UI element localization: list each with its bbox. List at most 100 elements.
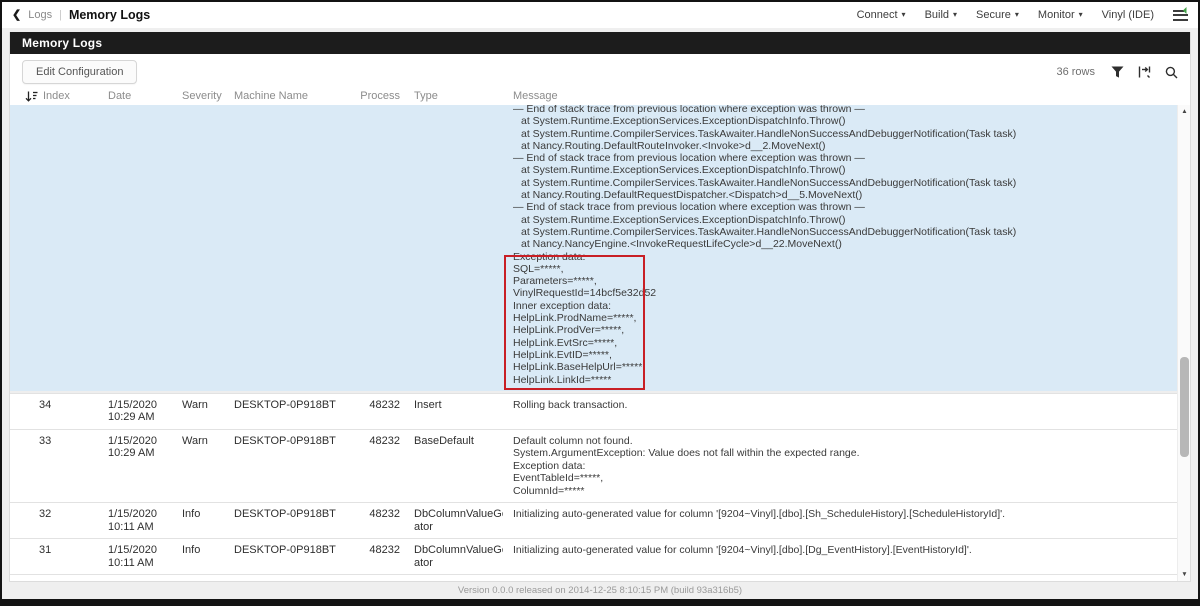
log-message-line: at System.Runtime.ExceptionServices.Exce… bbox=[513, 164, 1190, 176]
log-message-line: at System.Runtime.CompilerServices.TaskA… bbox=[513, 177, 1190, 189]
footer: Version 0.0.0 released on 2014-12-25 8:1… bbox=[9, 582, 1191, 599]
row-count-label: 36 rows bbox=[1056, 66, 1095, 78]
vertical-scrollbar[interactable]: ▲ ▼ bbox=[1177, 105, 1190, 581]
menu-icon[interactable] bbox=[1173, 10, 1188, 21]
log-message-line: HelpLink.ProdName=*****, bbox=[513, 312, 1190, 324]
cell-line: Default column not found. bbox=[513, 435, 1190, 448]
cell-line: ator bbox=[414, 557, 503, 570]
log-message-line: HelpLink.LinkId=***** bbox=[513, 374, 1190, 386]
menu-build[interactable]: Build ▾ bbox=[925, 9, 957, 21]
breadcrumb-section[interactable]: Logs bbox=[28, 9, 52, 21]
cell-message: Initializing auto-generated value for co… bbox=[503, 544, 1190, 557]
green-arrow-icon bbox=[1183, 6, 1190, 13]
cell-index: 32 bbox=[22, 508, 108, 521]
scroll-down-icon[interactable]: ▼ bbox=[1178, 571, 1190, 578]
cell-line: Rolling back transaction. bbox=[513, 399, 1190, 412]
cell-message: Rolling back transaction. bbox=[503, 399, 1190, 412]
log-message-line: VinylRequestId=14bcf5e32d52 bbox=[513, 287, 1190, 299]
log-message-line: — End of stack trace from previous locat… bbox=[513, 105, 1190, 115]
menu-vinyl-ide[interactable]: Vinyl (IDE) bbox=[1102, 9, 1154, 21]
cell-line: BackgroundServiceMa bbox=[414, 580, 503, 581]
log-message-line: HelpLink.ProdVer=*****, bbox=[513, 324, 1190, 336]
log-message-line: at System.Runtime.ExceptionServices.Exce… bbox=[513, 214, 1190, 226]
log-message-line: at System.Runtime.ExceptionServices.Exce… bbox=[513, 115, 1190, 127]
log-row[interactable]: 31 1/15/2020 10:11 AM Info DESKTOP-0P918… bbox=[10, 538, 1190, 574]
log-message-line: at Nancy.NancyEngine.<InvokeRequestLifeC… bbox=[513, 238, 1190, 250]
scrollbar-thumb[interactable] bbox=[1180, 357, 1189, 457]
cell-index: 31 bbox=[22, 544, 108, 557]
cell-message: Default column not found.System.Argument… bbox=[503, 435, 1190, 498]
cell-line: System.ArgumentException: Value does not… bbox=[513, 447, 1190, 460]
back-icon[interactable]: ❮ bbox=[12, 10, 21, 21]
column-header-type[interactable]: Type bbox=[404, 90, 503, 102]
cell-machine-name: DESKTOP-0P918BT bbox=[234, 399, 356, 412]
cell-line: ColumnId=***** bbox=[513, 485, 1190, 498]
cell-index: 30 bbox=[22, 580, 108, 581]
selected-log-row[interactable]: — End of stack trace from previous locat… bbox=[10, 105, 1190, 393]
log-message-line: HelpLink.EvtID=*****, bbox=[513, 349, 1190, 361]
cell-type: Insert bbox=[404, 399, 503, 412]
log-row[interactable]: 32 1/15/2020 10:11 AM Info DESKTOP-0P918… bbox=[10, 502, 1190, 538]
cell-line: Initializing auto-generated value for co… bbox=[513, 508, 1190, 521]
cell-date: 1/15/2020 10:29 AM bbox=[108, 435, 182, 460]
cell-line: Initializing auto-generated value for co… bbox=[513, 544, 1190, 557]
log-message-line: — End of stack trace from previous locat… bbox=[513, 152, 1190, 164]
filter-icon[interactable] bbox=[1111, 66, 1124, 78]
log-message-line: HelpLink.BaseHelpUrl=*****, bbox=[513, 361, 1190, 373]
menu-monitor-label: Monitor bbox=[1038, 9, 1075, 21]
cell-type: DbColumnValueGenerator bbox=[404, 508, 503, 533]
menu-secure[interactable]: Secure ▾ bbox=[976, 9, 1019, 21]
cell-severity: Info bbox=[182, 508, 234, 521]
app-window: ❮ Logs | Memory Logs Connect ▾ Build ▾ S… bbox=[0, 0, 1200, 606]
sort-icon[interactable] bbox=[25, 91, 38, 102]
cell-severity: Info bbox=[182, 544, 234, 557]
toolbar-tools: 36 rows bbox=[1056, 66, 1178, 79]
export-icon[interactable] bbox=[1138, 66, 1151, 78]
cell-line: ator bbox=[414, 521, 503, 534]
cell-machine-name: DESKTOP-0P918BT bbox=[234, 508, 356, 521]
log-message-line: at Nancy.Routing.DefaultRouteInvoker.<In… bbox=[513, 140, 1190, 152]
log-row[interactable]: 34 1/15/2020 10:29 AM Warn DESKTOP-0P918… bbox=[10, 393, 1190, 429]
log-rows: 34 1/15/2020 10:29 AM Warn DESKTOP-0P918… bbox=[10, 393, 1190, 581]
cell-line: The service has successfully started up. bbox=[513, 580, 1190, 581]
search-icon[interactable] bbox=[1165, 66, 1178, 79]
cell-machine-name: DESKTOP-0P918BT bbox=[234, 435, 356, 448]
cell-date: 1/15/2020 10:11 AM bbox=[108, 580, 182, 581]
menu-connect-label: Connect bbox=[857, 9, 898, 21]
column-header-index[interactable]: Index bbox=[43, 90, 70, 102]
cell-process: 48232 bbox=[356, 435, 404, 448]
cell-severity: Info bbox=[182, 580, 234, 581]
cell-process: 48232 bbox=[356, 508, 404, 521]
edit-configuration-button[interactable]: Edit Configuration bbox=[22, 60, 137, 84]
column-header-message[interactable]: Message bbox=[503, 90, 1190, 102]
annotation-red-box: SQL=*****,Parameters=*****,VinylRequestI… bbox=[513, 263, 1190, 386]
cell-line: BaseDefault bbox=[414, 435, 503, 448]
cell-line: Insert bbox=[414, 399, 503, 412]
column-header-date[interactable]: Date bbox=[108, 90, 182, 102]
toolbar: Edit Configuration 36 rows bbox=[10, 54, 1190, 88]
menu-monitor[interactable]: Monitor ▾ bbox=[1038, 9, 1083, 21]
log-message-line: — End of stack trace from previous locat… bbox=[513, 201, 1190, 213]
breadcrumb: ❮ Logs | Memory Logs bbox=[12, 8, 150, 22]
chevron-down-icon: ▾ bbox=[1015, 11, 1019, 19]
cell-line: DbColumnValueGener bbox=[414, 544, 503, 557]
log-row[interactable]: 30 1/15/2020 10:11 AM Info DESKTOP-0P918… bbox=[10, 574, 1190, 581]
column-header-machine-name[interactable]: Machine Name bbox=[234, 90, 356, 102]
menu-connect[interactable]: Connect ▾ bbox=[857, 9, 906, 21]
log-message-line: HelpLink.EvtSrc=*****, bbox=[513, 337, 1190, 349]
cell-type: DbColumnValueGenerator bbox=[404, 544, 503, 569]
cell-line: EventTableId=*****, bbox=[513, 472, 1190, 485]
column-header-severity[interactable]: Severity bbox=[182, 90, 234, 102]
page-title: Memory Logs bbox=[69, 8, 150, 22]
cell-date: 1/15/2020 10:11 AM bbox=[108, 544, 182, 569]
table-header: Index Date Severity Machine Name Process… bbox=[10, 88, 1190, 105]
log-message-line: at Nancy.Routing.DefaultRequestDispatche… bbox=[513, 189, 1190, 201]
column-header-process[interactable]: Process bbox=[356, 90, 404, 102]
scroll-up-icon[interactable]: ▲ bbox=[1178, 108, 1190, 115]
log-message-line: Inner exception data: bbox=[513, 300, 1190, 312]
log-row[interactable]: 33 1/15/2020 10:29 AM Warn DESKTOP-0P918… bbox=[10, 429, 1190, 503]
log-message-line: at System.Runtime.CompilerServices.TaskA… bbox=[513, 226, 1190, 238]
cell-type: BackgroundServiceMa bbox=[404, 580, 503, 581]
cell-process: 48232 bbox=[356, 544, 404, 557]
cell-line: DbColumnValueGener bbox=[414, 508, 503, 521]
